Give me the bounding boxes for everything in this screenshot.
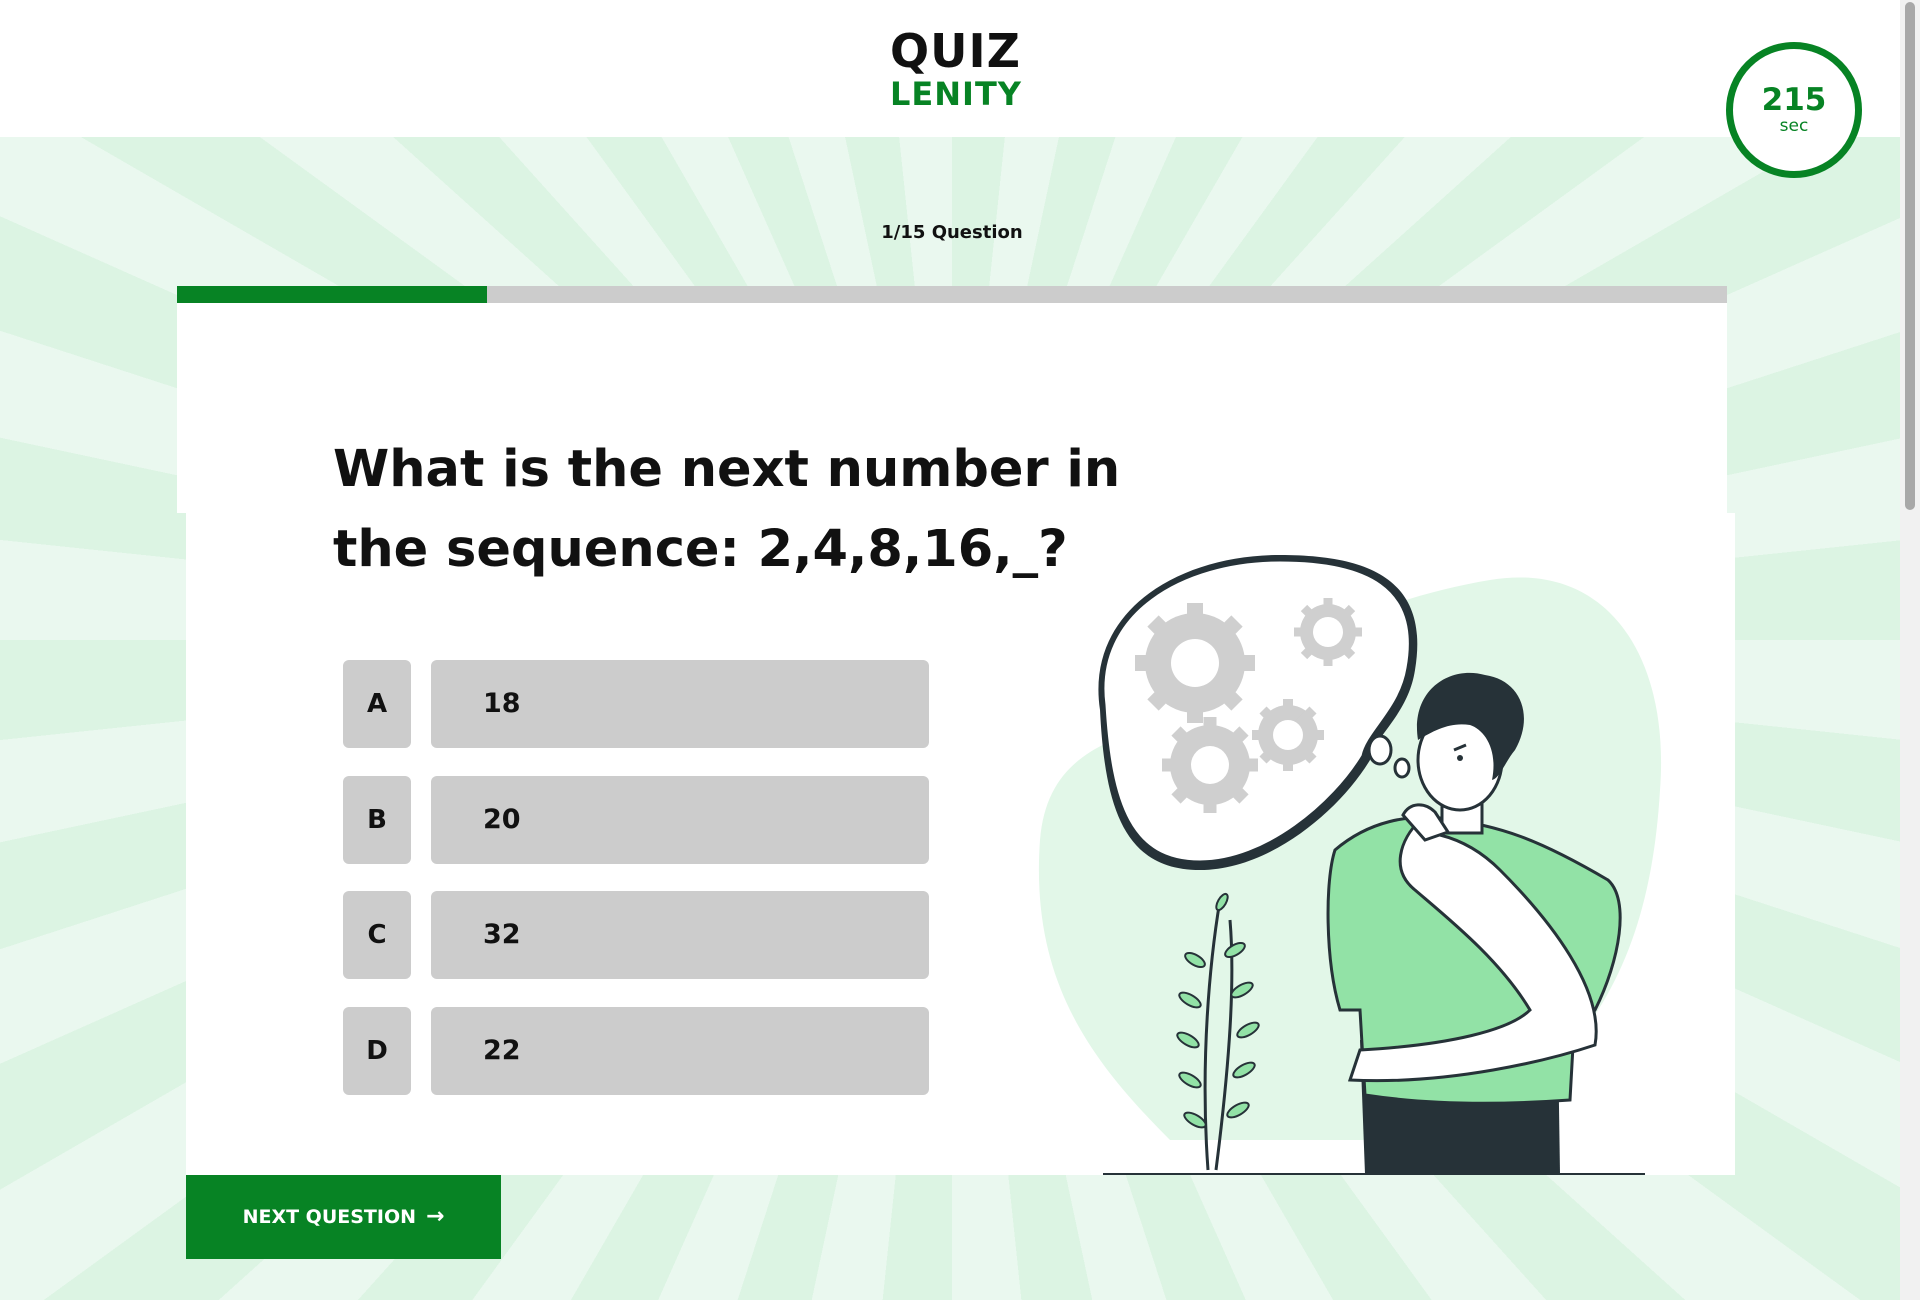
logo-quiz-text: QUIZ (890, 24, 1021, 78)
logo-lenity-text: LENITY (890, 75, 1022, 113)
next-question-button[interactable]: NEXT QUESTION → (186, 1175, 501, 1259)
next-question-label: NEXT QUESTION (242, 1206, 416, 1228)
option-answer[interactable]: 18 (431, 660, 929, 748)
question-text: What is the next number in the sequence:… (333, 440, 1121, 579)
countdown-timer: 215 sec (1726, 42, 1862, 178)
option-answer[interactable]: 22 (431, 1007, 929, 1095)
quiz-lenity-logo[interactable]: QUIZ LENITY (890, 24, 1022, 113)
option-answer[interactable]: 32 (431, 891, 929, 979)
timer-unit: sec (1779, 116, 1809, 136)
top-header: QUIZ LENITY (0, 0, 1900, 137)
thinking-man-illustration (1038, 555, 1662, 1175)
question-counter: 1/15 Question (881, 222, 1023, 243)
option-letter[interactable]: C (343, 891, 411, 979)
vertical-scrollbar[interactable] (1900, 0, 1920, 1300)
gear-icon (1135, 603, 1255, 723)
gear-icon (1162, 717, 1258, 813)
progress-bar-fill (177, 286, 487, 303)
timer-value: 215 (1761, 82, 1827, 118)
option-answer[interactable]: 20 (431, 776, 929, 864)
option-a[interactable]: A 18 (343, 660, 929, 748)
option-letter[interactable]: B (343, 776, 411, 864)
option-letter[interactable]: D (343, 1007, 411, 1095)
arrow-right-icon: → (426, 1204, 445, 1229)
option-d[interactable]: D 22 (343, 1007, 929, 1095)
option-letter[interactable]: A (343, 660, 411, 748)
progress-bar (177, 286, 1727, 303)
option-b[interactable]: B 20 (343, 776, 929, 864)
option-c[interactable]: C 32 (343, 891, 929, 979)
scrollbar-thumb[interactable] (1905, 2, 1915, 510)
gear-icon (1294, 598, 1362, 666)
